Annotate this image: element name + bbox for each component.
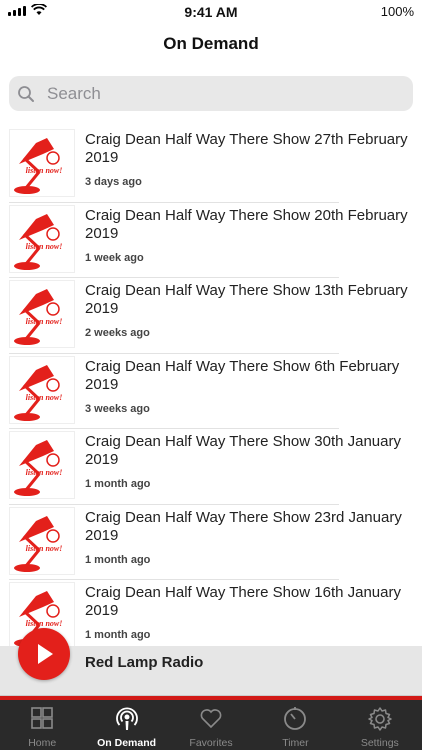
episode-title: Craig Dean Half Way There Show 23rd Janu…: [85, 508, 402, 544]
episode-thumbnail: listen now!: [9, 506, 75, 575]
episode-age: 1 month ago: [85, 629, 151, 641]
list-item[interactable]: listen now! Craig Dean Half Way There Sh…: [0, 203, 422, 278]
list-item[interactable]: listen now! Craig Dean Half Way There Sh…: [0, 278, 422, 354]
podcast-icon: [115, 707, 138, 730]
thumbnail-caption: listen now!: [26, 468, 63, 477]
tab-on-demand[interactable]: On Demand: [84, 700, 168, 750]
list-item[interactable]: listen now! Craig Dean Half Way There Sh…: [0, 429, 422, 505]
tab-timer[interactable]: Timer: [253, 700, 337, 750]
thumbnail-caption: listen now!: [26, 166, 63, 175]
tab-label: Timer: [282, 737, 309, 749]
page-title: On Demand: [163, 34, 259, 53]
episode-thumbnail: listen now!: [9, 355, 75, 424]
tab-label: On Demand: [97, 737, 157, 749]
timer-icon: [284, 707, 307, 730]
red-lamp-icon: listen now!: [14, 515, 63, 572]
search-icon: [18, 86, 34, 102]
play-button[interactable]: [18, 628, 70, 680]
episode-title: Craig Dean Half Way There Show 16th Janu…: [85, 584, 401, 619]
episode-thumbnail: listen now!: [9, 431, 75, 499]
red-lamp-icon: listen now!: [14, 138, 63, 194]
list-item[interactable]: listen now! Craig Dean Half Way There Sh…: [0, 354, 422, 429]
search-bar[interactable]: [9, 76, 413, 111]
tab-label: Home: [28, 737, 57, 749]
episode-title: Craig Dean Half Way There Show 13th Febr…: [85, 282, 408, 317]
heart-icon: [200, 709, 222, 729]
episode-age: 3 days ago: [85, 176, 142, 188]
grid-icon: [31, 707, 54, 729]
play-icon: [38, 644, 53, 664]
tab-label: Favorites: [189, 737, 233, 749]
search-input[interactable]: [47, 76, 397, 111]
episode-thumbnail: listen now!: [9, 204, 75, 273]
tab-home[interactable]: Home: [0, 700, 84, 750]
tab-bar: Home On Demand Favorites Timer Settings: [0, 700, 422, 750]
thumbnail-caption: listen now!: [26, 619, 63, 628]
red-lamp-icon: listen now!: [14, 440, 63, 496]
thumbnail-caption: listen now!: [26, 393, 63, 402]
episode-age: 2 weeks ago: [85, 327, 150, 339]
episode-age: 1 month ago: [85, 553, 151, 566]
thumbnail-caption: listen now!: [26, 544, 63, 553]
status-bar: 9:41 AM 100%: [0, 0, 422, 24]
tab-settings[interactable]: Settings: [338, 700, 422, 750]
episode-title: Craig Dean Half Way There Show 30th Janu…: [85, 433, 401, 468]
episode-title: Craig Dean Half Way There Show 20th Febr…: [85, 206, 408, 242]
list-item[interactable]: listen now! Craig Dean Half Way There Sh…: [0, 505, 422, 580]
episode-title: Craig Dean Half Way There Show 27th Febr…: [85, 131, 408, 166]
episode-thumbnail: listen now!: [9, 280, 75, 348]
red-lamp-icon: listen now!: [14, 289, 63, 345]
gear-icon: [368, 707, 392, 731]
episode-thumbnail: listen now!: [9, 129, 75, 197]
battery-percent: 100%: [380, 4, 414, 19]
episode-age: 1 month ago: [85, 478, 151, 490]
thumbnail-caption: listen now!: [26, 242, 63, 251]
station-name: Red Lamp Radio: [85, 654, 204, 671]
tab-favorites[interactable]: Favorites: [169, 700, 253, 750]
red-lamp-icon: listen now!: [14, 364, 63, 421]
episode-age: 3 weeks ago: [85, 402, 150, 415]
clock: 9:41 AM: [184, 4, 238, 20]
episode-list: listen now! Craig Dean Half Way There Sh…: [0, 127, 422, 647]
tab-label: Settings: [360, 737, 399, 749]
list-item[interactable]: listen now! Craig Dean Half Way There Sh…: [0, 127, 422, 203]
red-lamp-icon: listen now!: [14, 213, 63, 270]
episode-title: Craig Dean Half Way There Show 6th Febru…: [85, 357, 400, 393]
thumbnail-caption: listen now!: [26, 317, 63, 326]
episode-age: 1 week ago: [85, 251, 144, 264]
